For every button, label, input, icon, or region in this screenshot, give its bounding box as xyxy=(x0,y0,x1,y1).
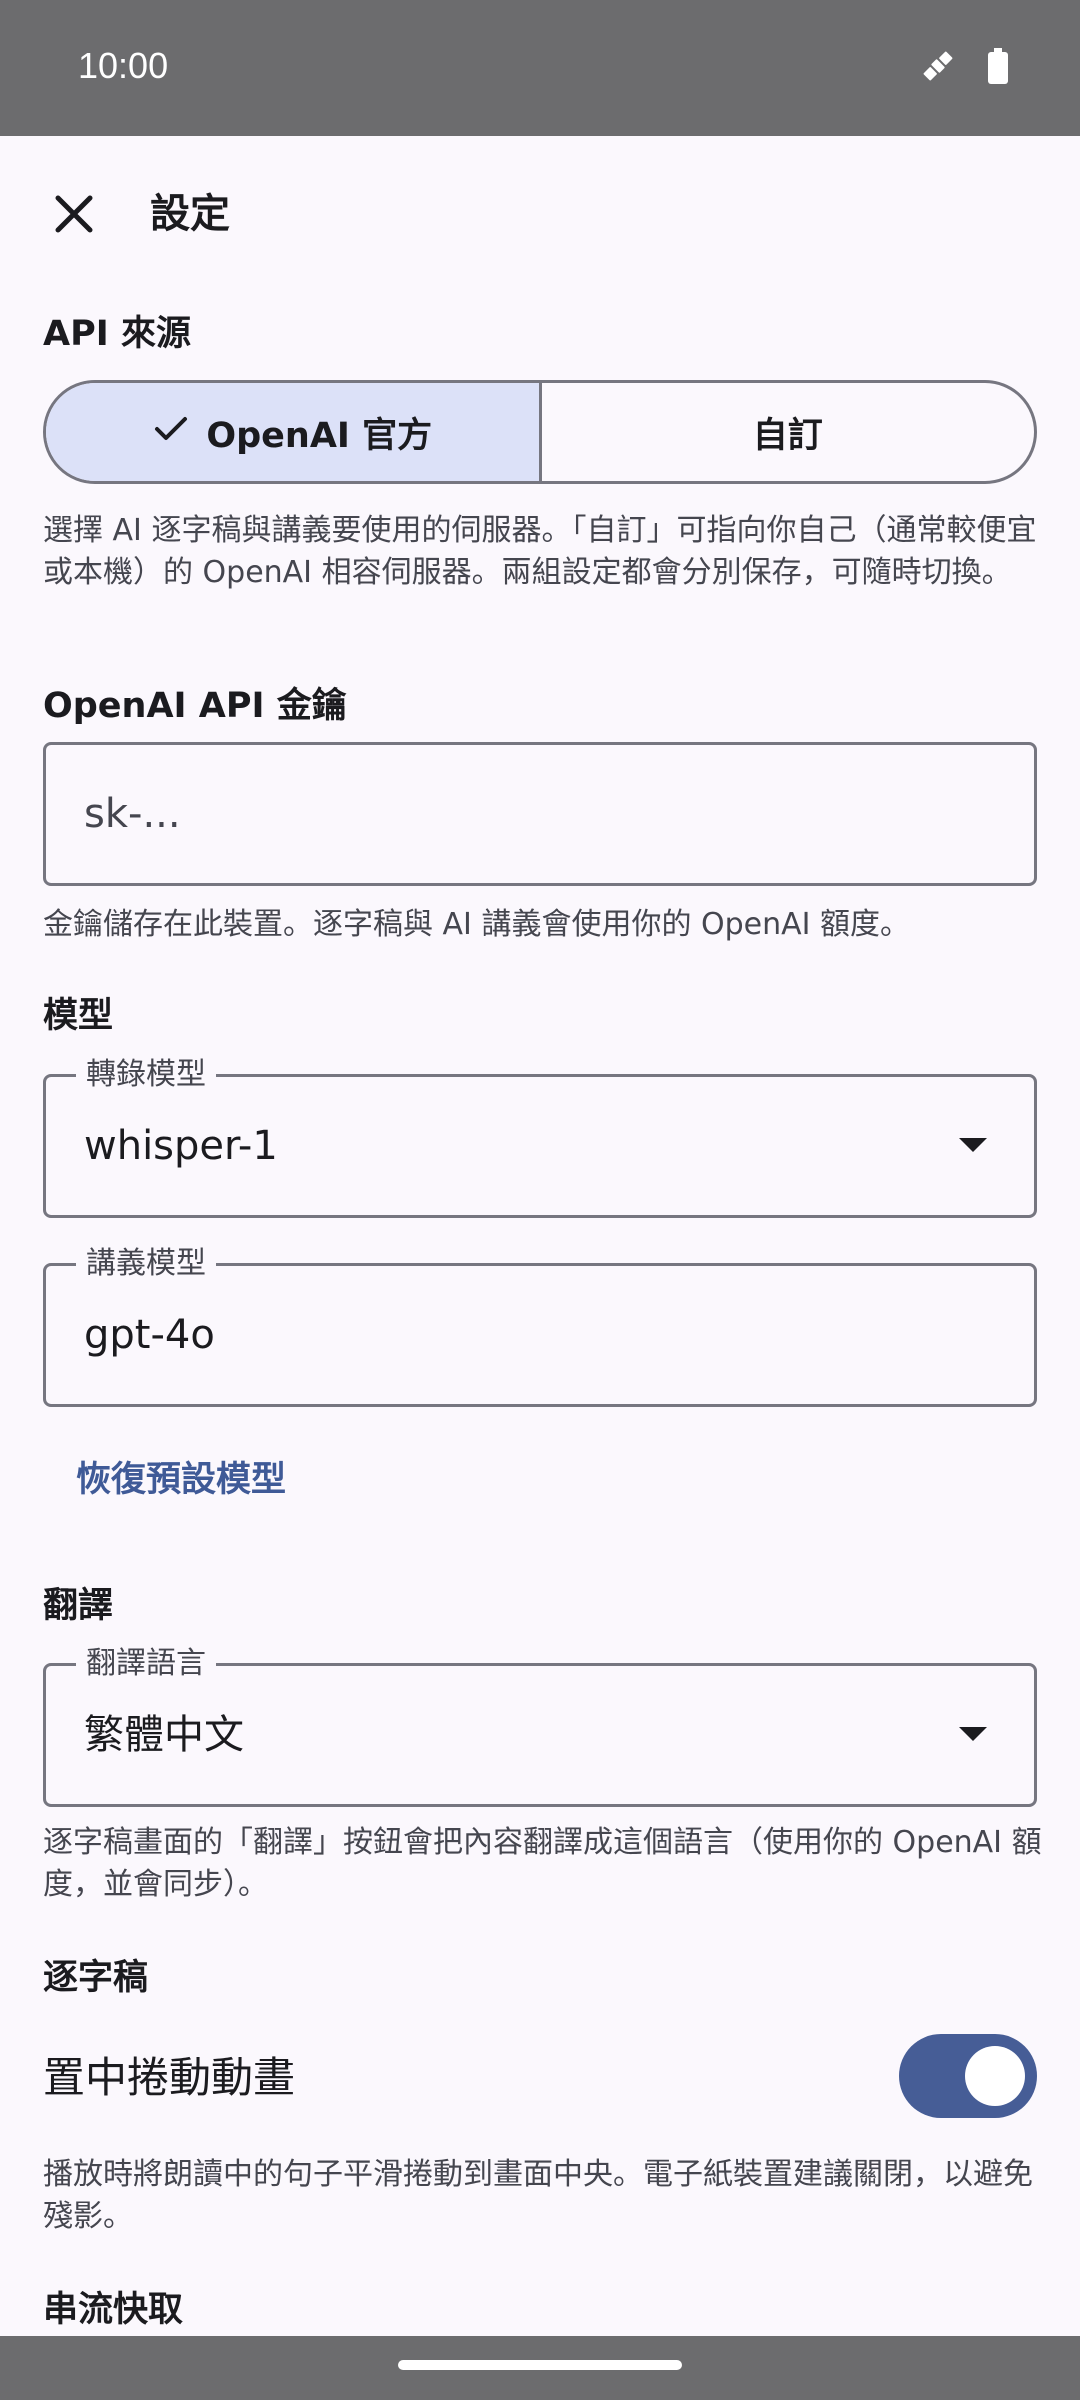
dropdown-arrow-icon xyxy=(958,1137,988,1157)
segment-label: 自訂 xyxy=(752,415,823,456)
models-label: 模型 xyxy=(43,996,114,1036)
status-time: 10:00 xyxy=(78,45,169,86)
check-icon xyxy=(152,409,190,456)
centered-scroll-helper: 播放時將朗讀中的句子平滑捲動到畫面中央。電子紙裝置建議關閉，以避免殘影。 xyxy=(43,2157,1033,2234)
transcript-label: 逐字稿 xyxy=(43,1958,149,1998)
battery-icon xyxy=(986,46,1010,86)
api-key-helper: 金鑰儲存在此裝置。逐字稿與 AI 講義會使用你的 OpenAI 額度。 xyxy=(43,907,911,942)
api-source-label: API 來源 xyxy=(43,314,191,354)
transcription-model-dropdown[interactable]: 轉錄模型 whisper-1 xyxy=(43,1055,1037,1218)
centered-scroll-switch[interactable] xyxy=(899,2034,1037,2118)
segment-custom[interactable]: 自訂 xyxy=(542,383,1035,481)
reset-models-button[interactable]: 恢復預設模型 xyxy=(50,1440,312,1512)
page-title: 設定 xyxy=(150,191,230,237)
notes-model-value: gpt-4o xyxy=(84,1312,215,1358)
api-source-segmented-control: OpenAI 官方 自訂 xyxy=(43,380,1037,484)
segment-label: OpenAI 官方 xyxy=(206,415,433,456)
status-bar: 10:00 xyxy=(0,0,1080,136)
close-icon xyxy=(52,192,96,240)
api-source-helper: 選擇 AI 逐字稿與講義要使用的伺服器。「自訂」可指向你自己（通常較便宜或本機）… xyxy=(43,513,1037,590)
notes-model-field[interactable]: 講義模型 gpt-4o xyxy=(43,1244,1037,1407)
status-icons xyxy=(918,46,1010,86)
api-key-field[interactable]: sk-... xyxy=(43,742,1037,886)
translation-language-value: 繁體中文 xyxy=(84,1712,244,1758)
navigation-bar xyxy=(0,2336,1080,2400)
centered-scroll-row: 置中捲動動畫 xyxy=(43,2032,1037,2122)
segment-openai-official[interactable]: OpenAI 官方 xyxy=(46,383,542,481)
streaming-cache-label: 串流快取 xyxy=(43,2290,184,2330)
api-key-placeholder: sk-... xyxy=(84,791,181,837)
centered-scroll-label: 置中捲動動畫 xyxy=(43,2053,296,2102)
top-app-bar: 設定 xyxy=(0,136,1080,286)
translation-language-dropdown[interactable]: 翻譯語言 繁體中文 xyxy=(43,1644,1037,1807)
switch-thumb xyxy=(965,2046,1025,2106)
api-key-label: OpenAI API 金鑰 xyxy=(43,686,347,726)
satellite-icon xyxy=(918,46,958,86)
transcription-model-value: whisper-1 xyxy=(84,1123,278,1169)
translation-helper: 逐字稿畫面的「翻譯」按鈕會把內容翻譯成這個語言（使用你的 OpenAI 額度，並… xyxy=(43,1825,1042,1902)
dropdown-arrow-icon xyxy=(958,1726,988,1746)
translation-label: 翻譯 xyxy=(43,1586,114,1626)
home-handle[interactable] xyxy=(398,2360,682,2370)
close-button[interactable] xyxy=(34,176,114,256)
